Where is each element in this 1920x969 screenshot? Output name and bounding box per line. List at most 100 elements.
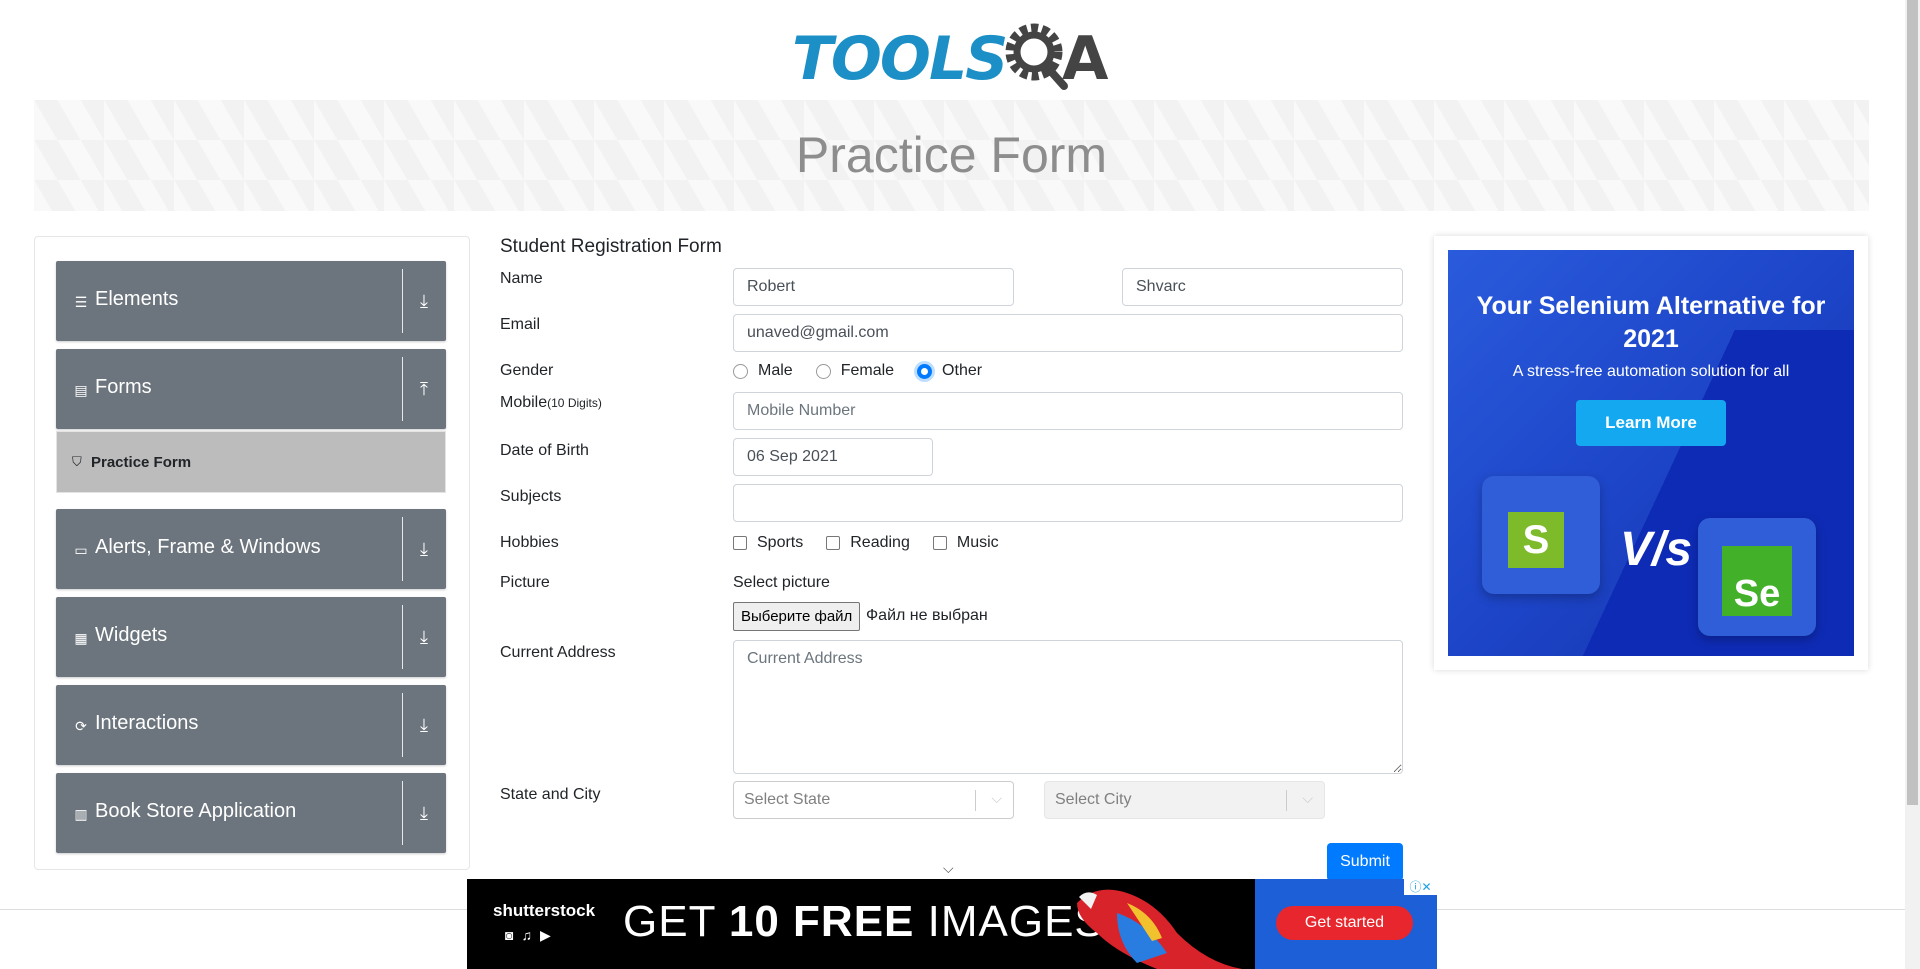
divider [402, 269, 403, 333]
select-picture-label: Select picture [733, 574, 830, 591]
city-select[interactable]: Select City ⌵ [1044, 781, 1325, 819]
sidebar-group-widgets[interactable]: ▦ Widgets ⤓ [56, 597, 446, 677]
scrollbar-thumb[interactable] [1907, 0, 1918, 805]
selenium-logo: Se [1698, 518, 1816, 636]
page-title: Practice Form [795, 127, 1108, 183]
chevron-down-icon: ⌵ [991, 790, 1002, 806]
download-icon: ⤓ [420, 715, 428, 735]
radio-button-selected[interactable] [917, 363, 933, 379]
side-ad[interactable]: Your Selenium Alternative for 2021 A str… [1448, 250, 1854, 656]
refresh-icon: ⟳ [75, 717, 87, 734]
media-type-icons: ◙♫▶ [505, 927, 559, 943]
upload-icon: ⤒ [420, 379, 428, 399]
sidebar-group-forms[interactable]: ▤ Forms ⤒ [56, 349, 446, 429]
sidebar-group-label: Interactions [95, 712, 199, 734]
hobbies-checkbox-group: Sports Reading Music [733, 534, 1022, 552]
last-name-input[interactable] [1122, 268, 1403, 306]
sidebar: ☰ Elements ⤓ ▤ Forms ⤒ ⛉ Practice Form ▭… [34, 236, 470, 870]
checkbox[interactable] [932, 536, 947, 550]
gender-male-option[interactable]: Male [733, 362, 793, 380]
radio-button[interactable] [815, 363, 831, 379]
sidebar-item-practice-form[interactable]: ⛉ Practice Form [56, 431, 446, 493]
choose-file-button[interactable]: Выберите файл [733, 602, 861, 631]
gender-label: Gender [500, 362, 554, 379]
parrot-image [1077, 889, 1242, 969]
ad-subline: A stress-free automation solution for al… [1512, 363, 1790, 380]
dob-label: Date of Birth [500, 442, 589, 459]
sidebar-group-label: Widgets [95, 624, 168, 646]
bottom-ad-banner[interactable]: shutterstock ◙♫▶ GET 10 FREE IMAGES Get … [467, 879, 1437, 969]
option-label: Female [840, 362, 895, 379]
download-icon: ⤓ [420, 803, 428, 823]
hobbies-label: Hobbies [500, 534, 559, 551]
divider [402, 605, 403, 669]
city-placeholder: Select City [1055, 791, 1132, 808]
gender-radio-group: Male Female Other [733, 362, 1005, 380]
file-status: Файл не выбран [866, 607, 988, 624]
divider [975, 790, 976, 811]
page-scrollbar[interactable] [1905, 0, 1920, 969]
first-name-input[interactable] [733, 268, 1014, 306]
radio-button[interactable] [733, 363, 748, 379]
mobile-label: Mobile(10 Digits) [500, 394, 602, 412]
hobby-sports-option[interactable]: Sports [733, 534, 803, 552]
grid-icon: ▦ [74, 629, 88, 646]
menu-icon: ☰ [74, 293, 88, 310]
versus-text: V/s [1620, 523, 1693, 576]
get-started-button[interactable]: Get started [1276, 906, 1413, 940]
ad-choices-icon[interactable]: ⓘ✕ [1404, 879, 1437, 895]
selenium-logo-text: Se [1722, 546, 1792, 616]
html5-icon: ⛉ [72, 454, 82, 469]
option-label: Sports [757, 534, 804, 551]
name-label: Name [500, 270, 543, 287]
sidebar-group-elements[interactable]: ☰ Elements ⤓ [56, 261, 446, 341]
date-of-birth-input[interactable] [733, 438, 933, 476]
option-label: Music [956, 534, 999, 551]
subjects-input[interactable] [733, 484, 1403, 522]
learn-more-button[interactable]: Learn More [1576, 400, 1726, 446]
sidebar-group-label: Book Store Application [95, 800, 297, 822]
gender-female-option[interactable]: Female [815, 362, 895, 380]
checkbox[interactable] [733, 536, 747, 550]
email-input[interactable] [733, 314, 1403, 352]
gender-other-option[interactable]: Other [917, 362, 982, 380]
logo-letter: A [1062, 24, 1109, 94]
katalon-logo: S [1482, 476, 1600, 594]
chevron-down-icon: ⌵ [943, 860, 954, 876]
hobby-music-option[interactable]: Music [932, 534, 999, 552]
ad-headline: GET 10 FREE IMAGES [623, 897, 1105, 947]
state-placeholder: Select State [744, 791, 831, 808]
form-title: Student Registration Form [500, 236, 722, 257]
headline-prefix: GET [623, 897, 729, 946]
download-icon: ⤓ [420, 539, 428, 559]
ad-headline: Your Selenium Alternative for 2021 [1476, 292, 1826, 353]
mobile-input[interactable] [733, 392, 1403, 430]
toolsqa-logo[interactable]: TOOLS A [790, 14, 1115, 94]
option-label: Male [758, 362, 793, 379]
sidebar-group-interactions[interactable]: ⟳ Interactions ⤓ [56, 685, 446, 765]
current-address-textarea[interactable] [733, 640, 1403, 774]
hobby-reading-option[interactable]: Reading [826, 534, 910, 552]
page-banner: Practice Form [34, 100, 1869, 211]
books-icon: ▥ [74, 805, 88, 822]
download-icon: ⤓ [420, 627, 428, 647]
sidebar-group-book-store[interactable]: ▥ Book Store Application ⤓ [56, 773, 446, 853]
divider [402, 781, 403, 845]
submit-button[interactable]: Submit [1327, 843, 1403, 881]
email-label: Email [500, 316, 541, 333]
sidebar-group-label: Forms [95, 376, 152, 398]
address-label: Current Address [500, 644, 616, 661]
logo-text: TOOLS [792, 24, 1008, 94]
sidebar-group-alerts[interactable]: ▭ Alerts, Frame & Windows ⤓ [56, 509, 446, 589]
document-icon: ▤ [74, 381, 88, 398]
checkbox[interactable] [826, 536, 841, 550]
option-label: Reading [850, 534, 910, 551]
window-icon: ▭ [74, 541, 88, 558]
state-select[interactable]: Select State ⌵ [733, 781, 1014, 819]
divider [402, 693, 403, 757]
divider [402, 357, 403, 421]
shutterstock-logo: shutterstock [493, 901, 596, 920]
mobile-label-text: Mobile [500, 394, 548, 411]
mobile-hint: (10 Digits) [547, 396, 602, 410]
side-ad-container: Your Selenium Alternative for 2021 A str… [1434, 236, 1868, 670]
